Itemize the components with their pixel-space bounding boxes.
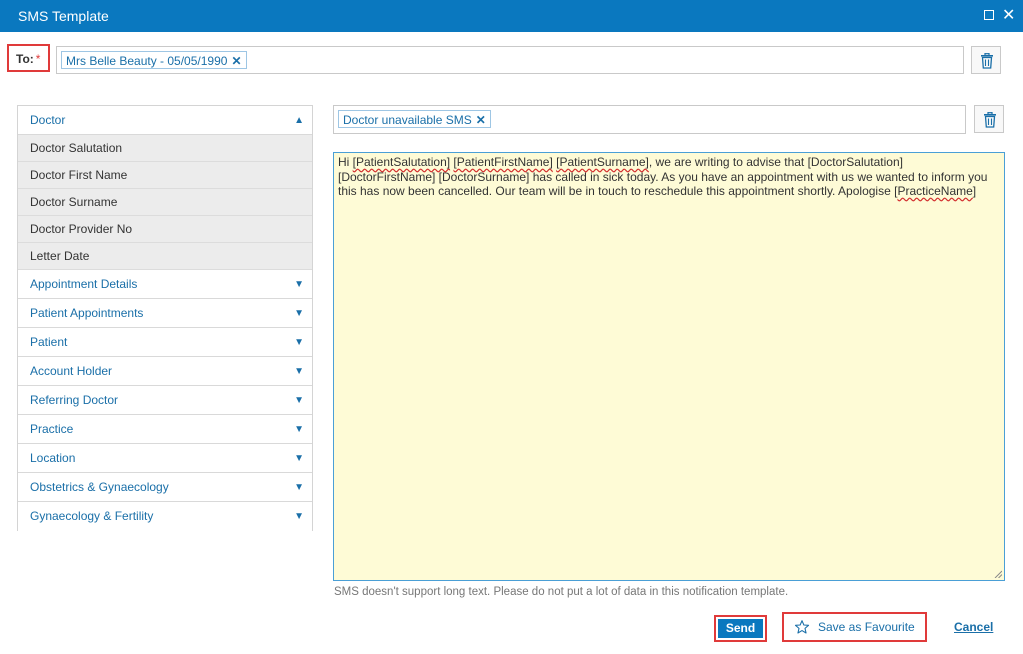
cancel-link[interactable]: Cancel	[954, 620, 993, 634]
trash-icon	[981, 53, 993, 69]
chevron-down-icon: ▼	[294, 279, 304, 290]
favourite-label: Save as Favourite	[818, 620, 915, 634]
remove-template-icon[interactable]: ✕	[476, 113, 486, 127]
field-doctor-provider-no[interactable]: Doctor Provider No	[18, 216, 312, 243]
section-doctor[interactable]: Doctor ▲	[18, 106, 312, 135]
send-button[interactable]: Send	[714, 615, 767, 642]
chevron-down-icon: ▼	[294, 337, 304, 348]
maximize-icon[interactable]	[982, 8, 996, 22]
section-appointment-details[interactable]: Appointment Details ▼	[18, 270, 312, 299]
template-select-field[interactable]: Doctor unavailable SMS ✕	[333, 105, 966, 134]
trash-icon	[984, 112, 996, 128]
remove-recipient-icon[interactable]: ✕	[231, 54, 241, 68]
to-recipient-field[interactable]: Mrs Belle Beauty - 05/05/1990 ✕	[56, 46, 964, 74]
recipient-tag: Mrs Belle Beauty - 05/05/1990 ✕	[61, 51, 247, 69]
clear-recipients-button[interactable]	[971, 46, 1001, 74]
chevron-down-icon: ▼	[294, 453, 304, 464]
field-doctor-first-name[interactable]: Doctor First Name	[18, 162, 312, 189]
message-body-textarea[interactable]: Hi [PatientSalutation] [PatientFirstName…	[333, 152, 1005, 581]
resize-grip-icon[interactable]	[994, 570, 1002, 578]
chevron-down-icon: ▼	[294, 308, 304, 319]
template-name: Doctor unavailable SMS	[343, 113, 472, 127]
recipient-name: Mrs Belle Beauty - 05/05/1990	[66, 54, 228, 68]
section-patient-appointments[interactable]: Patient Appointments ▼	[18, 299, 312, 328]
section-practice[interactable]: Practice ▼	[18, 415, 312, 444]
merge-field-accordion: Doctor ▲ Doctor Salutation Doctor First N…	[17, 105, 313, 531]
section-account-holder[interactable]: Account Holder ▼	[18, 357, 312, 386]
save-as-favourite-button[interactable]: Save as Favourite	[782, 612, 927, 642]
template-tag: Doctor unavailable SMS ✕	[338, 110, 491, 128]
sms-length-hint: SMS doesn't support long text. Please do…	[334, 586, 789, 598]
chevron-down-icon: ▼	[294, 366, 304, 377]
chevron-down-icon: ▼	[294, 482, 304, 493]
field-doctor-salutation[interactable]: Doctor Salutation	[18, 135, 312, 162]
to-label: To: *	[16, 52, 41, 66]
field-doctor-surname[interactable]: Doctor Surname	[18, 189, 312, 216]
clear-template-button[interactable]	[974, 105, 1004, 133]
chevron-down-icon: ▼	[294, 511, 304, 522]
title-bar: SMS Template ✕	[0, 0, 1023, 32]
section-location[interactable]: Location ▼	[18, 444, 312, 473]
window-title: SMS Template	[18, 8, 109, 24]
star-icon	[794, 620, 810, 634]
section-obstetrics-gynaecology[interactable]: Obstetrics & Gynaecology ▼	[18, 473, 312, 502]
required-mark: *	[35, 52, 41, 66]
chevron-down-icon: ▼	[294, 395, 304, 406]
close-icon[interactable]: ✕	[1002, 5, 1016, 24]
section-patient[interactable]: Patient ▼	[18, 328, 312, 357]
chevron-up-icon: ▲	[294, 115, 304, 126]
section-gynaecology-fertility[interactable]: Gynaecology & Fertility ▼	[18, 502, 312, 531]
chevron-down-icon: ▼	[294, 424, 304, 435]
section-referring-doctor[interactable]: Referring Doctor ▼	[18, 386, 312, 415]
field-letter-date[interactable]: Letter Date	[18, 243, 312, 270]
